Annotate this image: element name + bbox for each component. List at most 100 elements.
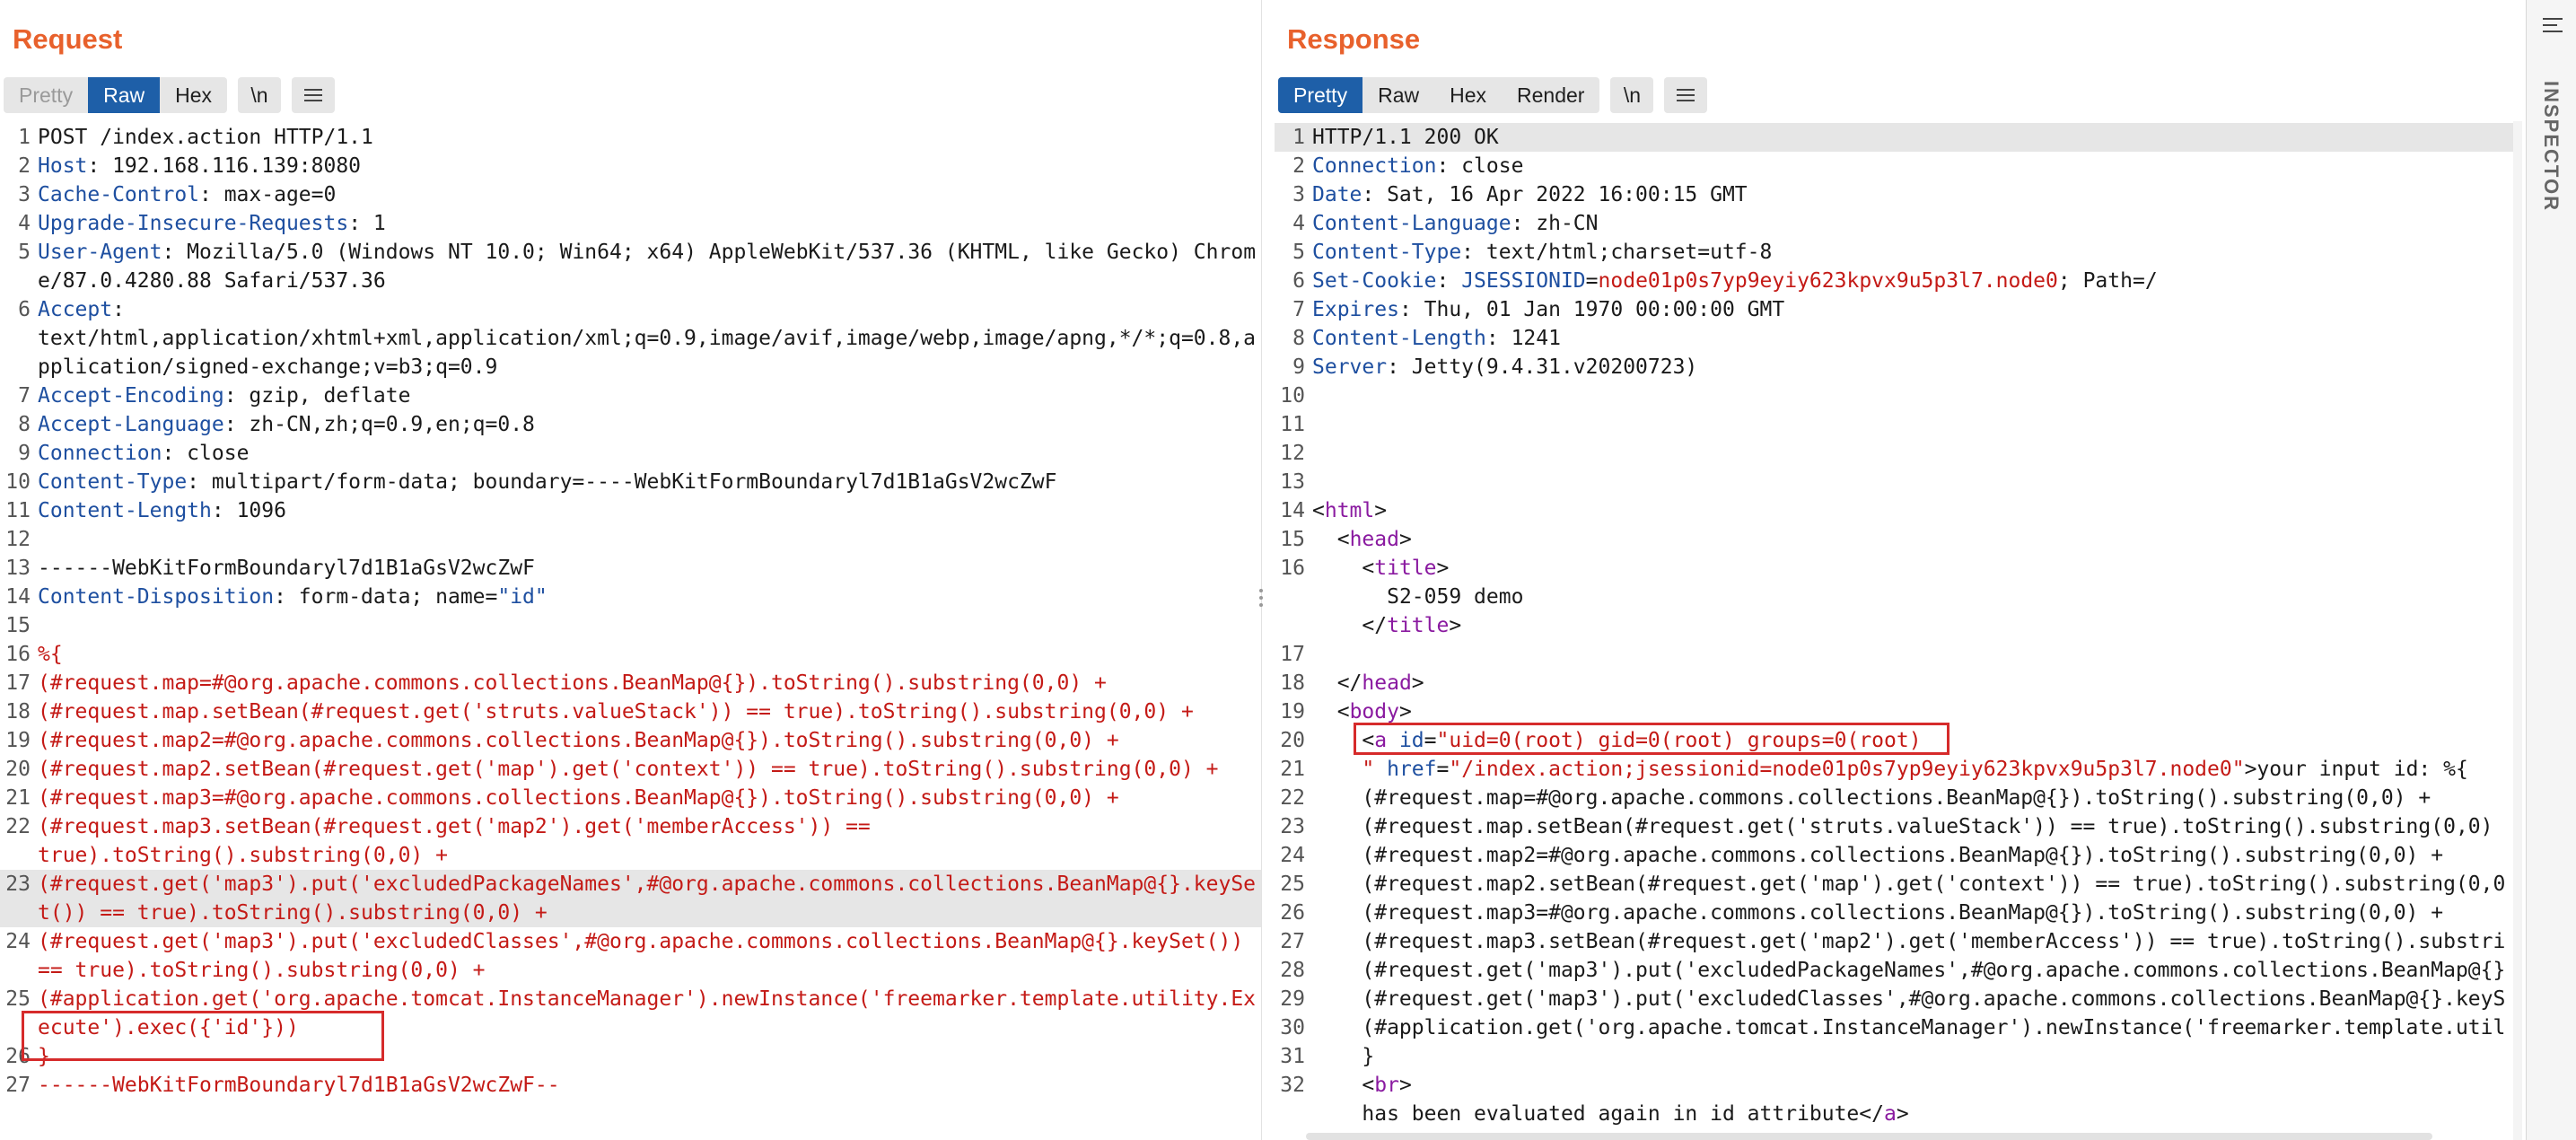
request-title: Request: [13, 23, 123, 55]
sidebar-toggle-icon[interactable]: [2543, 16, 2563, 34]
line-number: 25: [5, 987, 31, 1011]
request-tab-pretty[interactable]: Pretty: [4, 77, 88, 113]
request-editor[interactable]: 1 POST /index.action HTTP/1.1 2 Host: 192.1…: [0, 123, 1261, 1140]
code-token: (#request.map.setBean(#request.get('stru…: [1312, 815, 2493, 838]
code-token: (#request.map=#@org.apache.commons.colle…: [1312, 786, 2431, 810]
code-token: a: [1883, 1102, 1897, 1126]
line-number: 3: [18, 183, 31, 206]
code-token: User-Agent: [38, 241, 162, 264]
code-line: 15: [0, 611, 1261, 640]
response-tab-hex[interactable]: Hex: [1434, 77, 1502, 113]
line-number: 2: [1292, 154, 1305, 178]
divider-drag-handle[interactable]: [1258, 585, 1264, 610]
code-line: 8 Accept-Language: zh-CN,zh;q=0.9,en;q=0.…: [0, 410, 1261, 439]
code-line: 29 (#request.get('map3').put('excludedCl…: [1275, 985, 2513, 1013]
code-line: 1 HTTP/1.1 200 OK: [1275, 123, 2513, 152]
code-token: : 192.168.116.139:8080: [87, 154, 362, 178]
line-number: 7: [18, 384, 31, 408]
code-token: Accept: [38, 298, 113, 321]
code-token: html: [1324, 499, 1375, 522]
request-menu-button[interactable]: [292, 77, 335, 113]
code-token: <: [1312, 499, 1325, 522]
line-number: 4: [1292, 212, 1305, 235]
code-line: 2 Host: 192.168.116.139:8080: [0, 152, 1261, 180]
line-number: 15: [5, 614, 31, 637]
line-number: 9: [18, 442, 31, 465]
line-number: 24: [5, 930, 31, 953]
code-token: =: [1585, 269, 1599, 293]
code-token: head: [1349, 528, 1399, 551]
code-token: JSESSIONID: [1461, 269, 1586, 293]
code-token: >: [1449, 614, 1462, 637]
code-token: Content-Type: [1312, 241, 1462, 264]
response-horizontal-scrollbar[interactable]: [1306, 1133, 2432, 1140]
response-tab-raw[interactable]: Raw: [1362, 77, 1434, 113]
response-tab-render[interactable]: Render: [1502, 77, 1599, 113]
code-token: Cache-Control: [38, 183, 200, 206]
response-panel: Response Pretty Raw Hex Render \n 1 HTTP/…: [1275, 0, 2527, 1140]
response-newline-toggle[interactable]: \n: [1610, 77, 1654, 113]
code-line: 23 (#request.map.setBean(#request.get('s…: [1275, 812, 2513, 841]
request-tab-raw[interactable]: Raw: [88, 77, 161, 113]
request-newline-toggle[interactable]: \n: [238, 77, 281, 113]
panel-divider[interactable]: [1261, 0, 1275, 1140]
code-line: 25 (#request.map2.setBean(#request.get('…: [1275, 870, 2513, 899]
line-number: 19: [1280, 700, 1305, 723]
code-line: 9 Server: Jetty(9.4.31.v20200723): [1275, 353, 2513, 381]
line-number: 5: [1292, 241, 1305, 264]
code-token: : Sat, 16 Apr 2022 16:00:15 GMT: [1362, 183, 1748, 206]
code-line: 6 Accept: text/html,application/xhtml+xml…: [0, 295, 1261, 381]
code-line: 14 Content-Disposition: form-data; name="…: [0, 583, 1261, 611]
line-number: 27: [5, 1074, 31, 1097]
line-number: 15: [1280, 528, 1305, 551]
code-token: "id": [497, 585, 548, 609]
response-editor[interactable]: 1 HTTP/1.1 200 OK 2 Connection: close 3 Date:…: [1275, 123, 2513, 1140]
code-line: 27 (#request.map3.setBean(#request.get('…: [1275, 927, 2513, 956]
code-line: 7 Expires: Thu, 01 Jan 1970 00:00:00 GMT: [1275, 295, 2513, 324]
response-vertical-scrollbar[interactable]: [2513, 121, 2522, 1140]
line-number: 5: [18, 241, 31, 264]
response-menu-button[interactable]: [1664, 77, 1708, 113]
line-number: 6: [18, 298, 31, 321]
code-token: <: [1312, 528, 1350, 551]
code-line: 16 %{: [0, 640, 1261, 669]
line-number: 7: [1292, 298, 1305, 321]
line-number: 6: [1292, 269, 1305, 293]
code-line: 6 Set-Cookie: JSESSIONID=node01p0s7yp9eyi…: [1275, 267, 2513, 295]
request-panel: Request Pretty Raw Hex \n 1 POST /index.a…: [0, 0, 1261, 1140]
code-token: : max-age=0: [199, 183, 337, 206]
code-line: 7 Accept-Encoding: gzip, deflate: [0, 381, 1261, 410]
code-token: (#request.map2.setBean(#request.get('map…: [38, 758, 1219, 781]
code-token: : multipart/form-data; boundary=----WebK…: [187, 470, 1057, 494]
code-line: 4 Upgrade-Insecure-Requests: 1: [0, 209, 1261, 238]
response-title: Response: [1287, 23, 1421, 55]
line-number: 8: [1292, 327, 1305, 350]
request-view-tabs: Pretty Raw Hex: [4, 77, 227, 113]
inspector-sidebar[interactable]: INSPECTOR: [2526, 0, 2576, 1140]
code-token: : Mozilla/5.0 (Windows NT 10.0; Win64; x…: [38, 241, 1257, 293]
code-token: >: [1398, 528, 1412, 551]
code-line: 19 <body>: [1275, 697, 2513, 726]
line-number: 29: [1280, 987, 1305, 1011]
code-line: 17 (#request.map=#@org.apache.commons.col…: [0, 669, 1261, 697]
code-line: 3 Cache-Control: max-age=0: [0, 180, 1261, 209]
code-token: (#request.map3.setBean(#request.get('map…: [38, 815, 871, 867]
code-token: =: [1424, 729, 1437, 752]
inspector-label: INSPECTOR: [2540, 81, 2563, 212]
code-token: body: [1349, 700, 1399, 723]
code-token: (#request.map2=#@org.apache.commons.coll…: [1312, 844, 2444, 867]
response-toolbar: Pretty Raw Hex Render \n: [1278, 77, 1708, 113]
response-tab-pretty[interactable]: Pretty: [1278, 77, 1363, 113]
line-number: 19: [5, 729, 31, 752]
code-token: "uid=0(root) gid=0(root) groups=0(root): [1436, 729, 1922, 752]
code-token: =: [1436, 758, 1450, 781]
code-token: (#request.map2=#@org.apache.commons.coll…: [38, 729, 1119, 752]
code-token: >: [1411, 671, 1424, 695]
code-line: 22 (#request.map=#@org.apache.commons.co…: [1275, 784, 2513, 812]
request-tab-hex[interactable]: Hex: [160, 77, 227, 113]
code-token: (#request.map3=#@org.apache.commons.coll…: [38, 786, 1119, 810]
code-token: Accept-Encoding: [38, 384, 224, 408]
code-token: %{: [38, 643, 63, 666]
code-line: 12: [1275, 439, 2513, 468]
code-token: (#request.map2.setBean(#request.get('map…: [1312, 873, 2506, 896]
